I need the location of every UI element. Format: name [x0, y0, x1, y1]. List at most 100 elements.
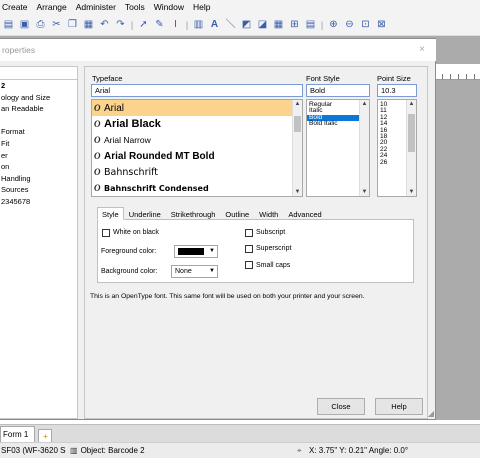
tree-item[interactable]: Fit — [0, 138, 77, 150]
menu-tools[interactable]: Tools — [125, 2, 145, 12]
redo-icon[interactable]: ↷ — [114, 17, 127, 33]
font-properties-panel: Typeface Arial O Arial O Arial Black O Aria… — [84, 66, 428, 419]
scroll-up-arrow-icon[interactable]: ▲ — [407, 101, 416, 107]
zoom-out-icon[interactable]: ⊖ — [343, 17, 356, 33]
select-arrow-icon[interactable]: ➚ — [137, 17, 150, 33]
menu-window[interactable]: Window — [154, 2, 184, 12]
open-icon[interactable]: ▤ — [2, 17, 15, 33]
menu-create[interactable]: Create — [2, 2, 28, 12]
document-tabs-bar: Form 1 + — [0, 424, 480, 442]
toolbar-separator: | — [320, 19, 324, 30]
font-list-item-arial-narrow[interactable]: O Arial Narrow — [92, 132, 302, 148]
opentype-icon: O — [94, 151, 101, 161]
typeface-input[interactable]: Arial — [91, 84, 303, 97]
text-cursor-icon[interactable]: I — [169, 17, 182, 33]
font-name: Arial Black — [104, 118, 161, 130]
menu-administer[interactable]: Administer — [76, 2, 116, 12]
pen-icon[interactable]: ✎ — [153, 17, 166, 33]
resize-grip-icon[interactable]: ◢ — [428, 410, 434, 418]
paste-icon[interactable]: ▦ — [82, 17, 95, 33]
font-list-item-bahnschrift[interactable]: O Bahnschrift — [92, 164, 302, 180]
typeface-list[interactable]: O Arial O Arial Black O Arial Narrow O Arial… — [91, 99, 303, 197]
background-color-value: None — [175, 268, 192, 275]
menu-help[interactable]: Help — [193, 2, 210, 12]
property-tree[interactable]: 2 ology and Size an Readable Format Fit … — [0, 66, 78, 419]
chevron-down-icon: ▼ — [209, 268, 215, 274]
toolbar-separator: | — [185, 19, 189, 30]
superscript-checkbox[interactable] — [245, 245, 253, 253]
undo-icon[interactable]: ↶ — [98, 17, 111, 33]
line-tool-icon[interactable]: ＼ — [224, 17, 237, 33]
shape-tool-icon[interactable]: ◪ — [256, 17, 269, 33]
new-tab-icon[interactable]: + — [38, 429, 53, 442]
copy-icon[interactable]: ❐ — [66, 17, 79, 33]
close-icon[interactable]: × — [419, 39, 425, 61]
grid-icon[interactable]: ⊞ — [288, 17, 301, 33]
menu-arrange[interactable]: Arrange — [37, 2, 67, 12]
tree-item[interactable]: 2 — [0, 80, 77, 92]
tree-item[interactable]: Sources — [0, 184, 77, 196]
tree-item[interactable]: on — [0, 161, 77, 173]
text-tool-icon[interactable]: A — [208, 17, 221, 33]
zoom-fit-icon[interactable]: ⊡ — [359, 17, 372, 33]
font-style-input[interactable]: Bold — [306, 84, 370, 97]
barcode-icon: ▥ — [70, 446, 78, 455]
subscript-checkbox[interactable] — [245, 229, 253, 237]
zoom-in-icon[interactable]: ⊕ — [327, 17, 340, 33]
small-caps-checkbox[interactable] — [245, 261, 253, 269]
opentype-icon: O — [94, 167, 101, 177]
tree-item[interactable]: Handling — [0, 173, 77, 185]
scroll-down-arrow-icon[interactable]: ▼ — [407, 189, 416, 195]
background-color-dropdown[interactable]: None ▼ — [171, 265, 218, 278]
font-list-item-arial-black[interactable]: O Arial Black — [92, 116, 302, 132]
close-button[interactable]: Close — [317, 398, 365, 415]
font-style-scrollbar[interactable]: ▲ ▼ — [359, 100, 369, 196]
fit-page-icon[interactable]: ⊠ — [375, 17, 388, 33]
chevron-down-icon: ▼ — [209, 248, 215, 254]
tree-item[interactable]: ology and Size — [0, 92, 77, 104]
save-icon[interactable]: ▣ — [18, 17, 31, 33]
toolbar-separator: | — [130, 19, 134, 30]
tab-form-1[interactable]: Form 1 — [0, 426, 36, 442]
data-icon[interactable]: ▤ — [304, 17, 317, 33]
typeface-label: Typeface — [92, 74, 123, 83]
dialog-title: roperties — [0, 39, 436, 61]
white-on-black-label: White on black — [113, 229, 159, 236]
tree-item[interactable]: 2345678 — [0, 196, 77, 208]
tree-item[interactable]: Format — [0, 126, 77, 138]
foreground-color-dropdown[interactable]: ▼ — [174, 245, 218, 258]
white-on-black-checkbox[interactable] — [102, 229, 110, 237]
image-tool-icon[interactable]: ◩ — [240, 17, 253, 33]
scroll-up-arrow-icon[interactable]: ▲ — [360, 101, 369, 107]
print-preview-icon[interactable]: ⎙ — [34, 17, 47, 33]
tree-item[interactable]: er — [0, 150, 77, 162]
point-size-input[interactable]: 10.3 — [377, 84, 417, 97]
scroll-thumb[interactable] — [294, 116, 301, 132]
font-style-list[interactable]: Regular Italic Bold Bold Italic ▲ ▼ — [306, 99, 370, 197]
point-size-list[interactable]: 10 11 12 14 16 18 20 22 24 26 ▲ ▼ — [377, 99, 417, 197]
barcode-icon[interactable]: ▥ — [192, 17, 205, 33]
scroll-thumb[interactable] — [408, 114, 415, 152]
point-size-scrollbar[interactable]: ▲ ▼ — [406, 100, 416, 196]
help-button[interactable]: Help — [375, 398, 423, 415]
font-list-item-bahnschrift-condensed[interactable]: O Bahnschrift Condensed — [92, 180, 302, 196]
font-name: Arial Rounded MT Bold — [104, 150, 215, 162]
printer-status: SF03 (WF-3620 Ser — [1, 446, 66, 455]
cut-icon[interactable]: ✂ — [50, 17, 63, 33]
status-bar: SF03 (WF-3620 Ser ▥ Object: Barcode 2 ⌖ … — [0, 442, 480, 458]
scroll-down-arrow-icon[interactable]: ▼ — [293, 189, 302, 195]
tree-item[interactable]: an Readable — [0, 103, 77, 115]
tab-style[interactable]: Style — [97, 207, 124, 220]
superscript-label: Superscript — [256, 245, 292, 252]
typeface-scrollbar[interactable]: ▲ ▼ — [292, 100, 302, 196]
font-list-item-arial[interactable]: O Arial — [92, 100, 302, 116]
scroll-up-arrow-icon[interactable]: ▲ — [293, 101, 302, 107]
table-icon[interactable]: ▦ — [272, 17, 285, 33]
font-name: Arial Narrow — [104, 135, 151, 145]
opentype-icon: O — [94, 135, 101, 145]
font-list-item-arial-rounded[interactable]: O Arial Rounded MT Bold — [92, 148, 302, 164]
scroll-down-arrow-icon[interactable]: ▼ — [360, 189, 369, 195]
style-tab-page: White on black Foreground color: ▼ Backg… — [97, 219, 414, 283]
small-caps-label: Small caps — [256, 262, 291, 269]
point-size-label: Point Size — [377, 74, 411, 83]
